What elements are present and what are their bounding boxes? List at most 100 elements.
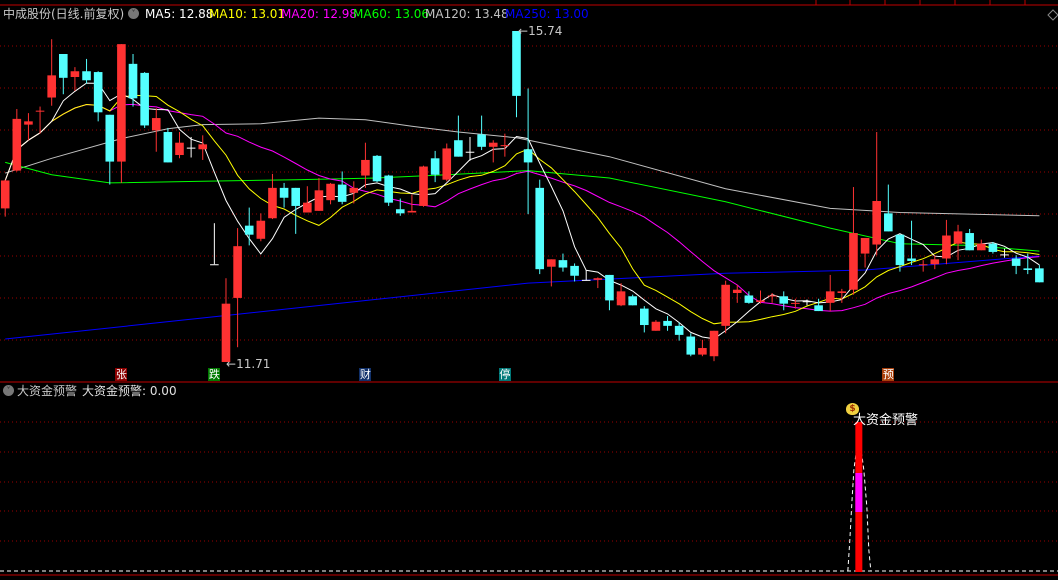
candle <box>477 115 486 151</box>
candle-body <box>512 31 521 96</box>
candle-body <box>140 72 149 126</box>
candle-body <box>988 243 998 252</box>
high-price-value: 15.74 <box>528 24 563 38</box>
candle-body <box>233 246 242 298</box>
candle-body <box>767 295 777 297</box>
candle-body <box>291 187 300 206</box>
candle <box>570 263 579 282</box>
candle <box>581 269 591 281</box>
candle-body <box>663 320 672 326</box>
candle-body <box>442 148 452 180</box>
candle-body <box>721 284 730 326</box>
candle <box>907 220 916 266</box>
candle <box>523 88 533 215</box>
candle <box>419 165 428 207</box>
candle-body <box>59 53 68 78</box>
candle <box>860 237 870 268</box>
candle-body <box>70 71 80 77</box>
candle-body <box>337 184 347 202</box>
candle-body <box>105 114 115 162</box>
candle <box>291 187 300 234</box>
candle <box>535 179 545 275</box>
candle-body <box>349 187 359 193</box>
candle <box>105 114 115 185</box>
candle <box>303 186 312 213</box>
candle-body <box>454 140 463 157</box>
candle-body <box>651 321 661 331</box>
ma250-label: MA250: 13.00 <box>505 7 589 21</box>
chevron-down-icon[interactable]: ˅ <box>128 8 139 19</box>
candle-body <box>942 235 951 259</box>
candle-body <box>686 336 696 355</box>
candle <box>988 242 998 254</box>
candle-body <box>407 210 417 213</box>
candle-body <box>47 75 56 98</box>
candle-body <box>210 264 219 266</box>
candle-body <box>128 63 138 99</box>
candle <box>163 127 173 163</box>
candle <box>314 178 324 211</box>
candle-body <box>256 220 266 239</box>
candle-body <box>93 72 103 113</box>
candle-body <box>465 151 475 153</box>
candle <box>605 274 614 311</box>
candle <box>465 136 475 161</box>
candle <box>384 174 393 206</box>
candle-body <box>581 279 591 281</box>
candle-body <box>175 142 184 156</box>
candle <box>825 274 835 312</box>
candle <box>558 253 568 272</box>
candle <box>82 58 91 84</box>
candle-body <box>477 134 486 147</box>
candle <box>930 255 940 270</box>
top-strip-cells <box>815 0 1026 5</box>
low-price-value: 11.71 <box>236 357 271 371</box>
candle-body <box>24 121 33 125</box>
event-tag[interactable]: 预 <box>882 368 895 381</box>
event-tag[interactable]: 停 <box>498 368 511 381</box>
candle-body <box>0 180 10 209</box>
candle-body <box>674 325 684 335</box>
candle <box>721 280 730 334</box>
event-tag[interactable]: 财 <box>359 368 372 381</box>
candle <box>663 315 672 331</box>
candle-body <box>791 302 800 304</box>
candle-body <box>82 71 91 81</box>
kline-chart[interactable] <box>0 0 1058 580</box>
candle <box>953 224 963 261</box>
candle <box>628 294 637 306</box>
event-tag[interactable]: 跌 <box>208 368 221 381</box>
candle-body <box>849 233 858 290</box>
candle-body <box>419 166 428 206</box>
candle <box>349 181 359 204</box>
candle-body <box>535 187 545 270</box>
signal-bar-segment <box>855 473 863 512</box>
candle <box>233 228 242 348</box>
candle-body <box>756 300 765 303</box>
indicator-chevron-icon[interactable]: ˅ <box>3 385 14 396</box>
candle-body <box>244 225 254 235</box>
candle <box>175 132 184 159</box>
candle <box>361 142 370 188</box>
candle-body <box>628 296 637 306</box>
candle <box>430 150 440 183</box>
candle-body <box>372 155 382 182</box>
candle <box>895 234 905 272</box>
event-tag[interactable]: 张 <box>115 368 128 381</box>
candle-body <box>976 243 986 251</box>
candle-body <box>698 348 707 355</box>
candle-body <box>384 175 393 203</box>
candle-body <box>779 296 789 304</box>
candle-body <box>361 159 370 176</box>
money-bag-icon: $ <box>846 403 859 415</box>
diamond-icon[interactable] <box>1047 9 1058 21</box>
candle <box>942 219 951 265</box>
low-price-label: ←11.71 <box>226 357 271 371</box>
indicator-name[interactable]: 大资金预警 <box>17 384 77 398</box>
candle-body <box>744 295 754 303</box>
candle-body <box>12 118 22 171</box>
candle <box>965 228 974 251</box>
candle-body <box>1023 268 1033 270</box>
candle <box>12 109 22 172</box>
candle-body <box>1000 254 1009 256</box>
